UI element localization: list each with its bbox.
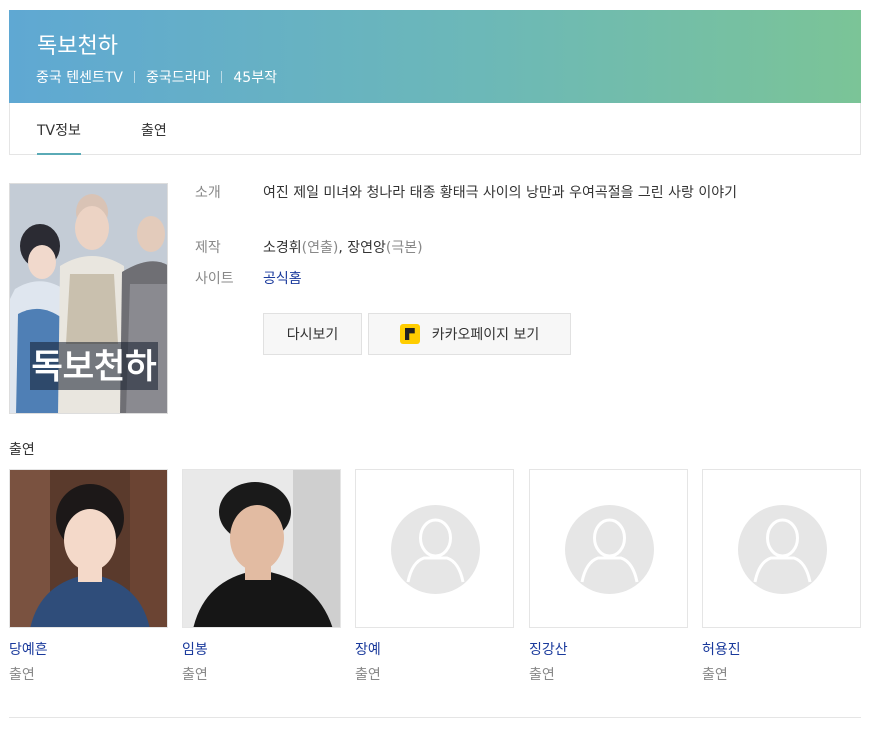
person-silhouette-icon — [753, 518, 812, 583]
tab-bar: TV정보 출연 — [9, 103, 861, 155]
meta-network: 중국 텐센트TV — [36, 70, 123, 86]
cast-card[interactable]: 징강산 출연 — [529, 469, 688, 685]
meta-episodes: 45부작 — [233, 70, 277, 86]
person-silhouette-icon — [406, 518, 465, 583]
meta-genre: 중국드라마 — [145, 70, 211, 86]
official-site-link[interactable]: 공식홈 — [263, 271, 302, 287]
cast-name[interactable]: 당예흔 — [9, 640, 168, 660]
director-name[interactable]: 소경휘 — [263, 240, 302, 256]
kakao-page-icon — [399, 324, 420, 344]
cast-photo[interactable] — [9, 469, 168, 628]
site-label: 사이트 — [195, 271, 234, 287]
kakao-page-label: 카카오페이지 보기 — [431, 327, 540, 343]
actor-photo — [183, 470, 340, 627]
production-label: 제작 — [195, 240, 221, 256]
kakao-page-button[interactable]: 카카오페이지 보기 — [368, 313, 571, 355]
cast-photo[interactable] — [355, 469, 514, 628]
site-row: 사이트 공식홈 — [195, 266, 833, 292]
cast-section-title: 출연 — [9, 442, 35, 458]
actor-photo — [10, 470, 167, 627]
cast-name[interactable]: 임봉 — [182, 640, 341, 660]
svg-text:독보천하: 독보천하 — [31, 347, 156, 387]
cast-name[interactable]: 장예 — [355, 640, 514, 660]
meta-divider — [133, 71, 135, 83]
intro-row: 소개 여진 제일 미녀와 청나라 태종 황태극 사이의 낭만과 우여곡절을 그린… — [195, 180, 833, 206]
cast-card[interactable]: 당예흔 출연 — [9, 469, 168, 685]
drama-meta: 중국 텐센트TV 중국드라마 45부작 — [36, 67, 277, 87]
production-value: 소경휘(연출), 장연앙(극본) — [263, 240, 423, 256]
drama-poster[interactable]: 독보천하 — [9, 183, 168, 414]
cast-name[interactable]: 허용진 — [702, 640, 861, 660]
cast-card[interactable]: 임봉 출연 — [182, 469, 341, 685]
cast-photo[interactable] — [529, 469, 688, 628]
section-divider — [9, 717, 861, 718]
drama-title: 독보천하 — [37, 34, 118, 59]
writer-role: (극본) — [385, 240, 423, 256]
cast-role: 출연 — [355, 667, 381, 683]
production-row: 제작 소경휘(연출), 장연앙(극본) — [195, 235, 833, 261]
cast-role: 출연 — [182, 667, 208, 683]
cast-card[interactable]: 허용진 출연 — [702, 469, 861, 685]
poster-artwork: 독보천하 — [10, 184, 167, 413]
rewatch-button[interactable]: 다시보기 — [263, 313, 362, 355]
director-role: (연출) — [301, 240, 339, 256]
cast-photo[interactable] — [702, 469, 861, 628]
writer-name[interactable]: 장연앙 — [347, 240, 386, 256]
site-value: 공식홈 — [263, 266, 833, 292]
intro-text: 여진 제일 미녀와 청나라 태종 황태극 사이의 낭만과 우여곡절을 그린 사랑… — [263, 185, 737, 201]
cast-role: 출연 — [9, 667, 35, 683]
cast-role: 출연 — [529, 667, 555, 683]
intro-label: 소개 — [195, 185, 221, 201]
cast-card[interactable]: 장예 출연 — [355, 469, 514, 685]
cast-name[interactable]: 징강산 — [529, 640, 688, 660]
drama-header: 독보천하 중국 텐센트TV 중국드라마 45부작 — [9, 10, 861, 103]
person-silhouette-icon — [580, 518, 639, 583]
meta-divider — [221, 71, 223, 83]
cast-photo[interactable] — [182, 469, 341, 628]
tab-tv-info[interactable]: TV정보 — [37, 120, 81, 155]
tab-cast[interactable]: 출연 — [141, 120, 167, 140]
cast-role: 출연 — [702, 667, 728, 683]
